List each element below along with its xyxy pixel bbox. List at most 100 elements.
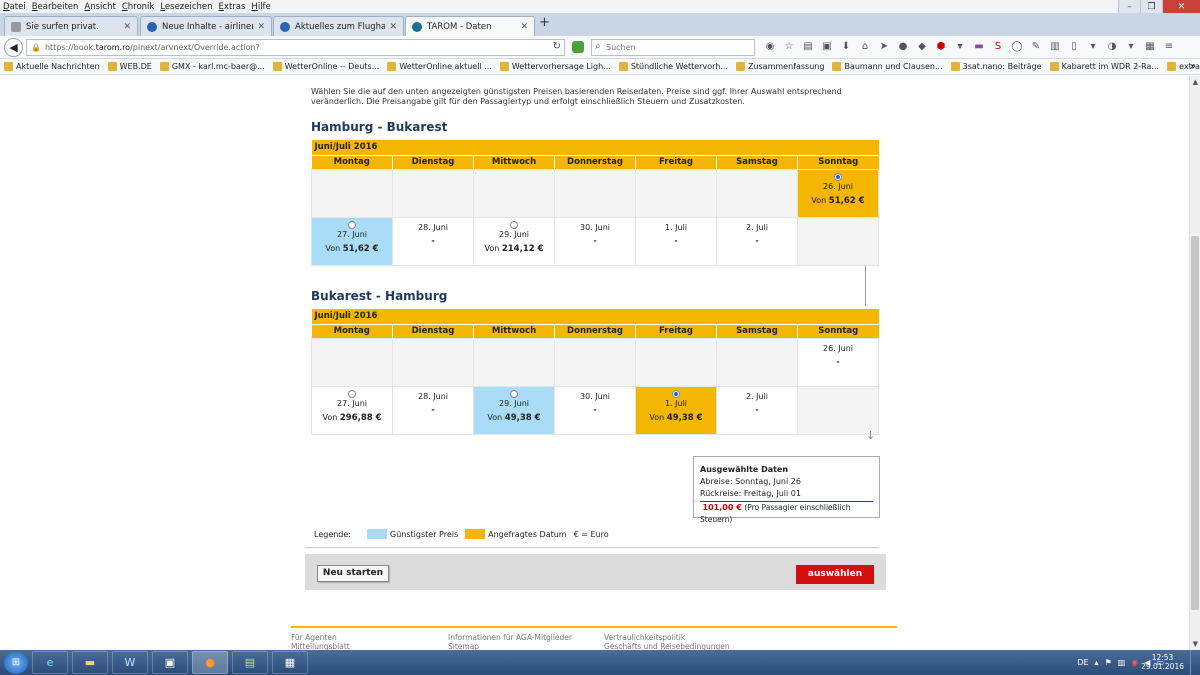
date-radio[interactable]: [348, 389, 356, 398]
addon-icon[interactable]: S: [991, 40, 1005, 54]
price-prefix: Von: [484, 243, 500, 253]
addon-icon[interactable]: ✎: [1029, 40, 1043, 54]
bookmark-item[interactable]: Kabarett im WDR 2-Ra...: [1049, 62, 1159, 71]
close-tab-icon[interactable]: ✕: [123, 22, 131, 32]
addon-icon[interactable]: ▦: [1143, 40, 1157, 54]
abp-icon[interactable]: ⬢: [934, 40, 948, 54]
bookmark-item[interactable]: GMX - karl.mc-baer@...: [159, 62, 265, 71]
taskbar-ie-icon[interactable]: e: [32, 651, 68, 674]
taskbar-image-icon[interactable]: ▣: [152, 651, 188, 674]
restart-button[interactable]: Neu starten: [317, 565, 389, 582]
scroll-down-icon[interactable]: ▼: [1193, 640, 1198, 648]
date-radio[interactable]: [348, 220, 356, 229]
menu-item[interactable]: Lesezeichen: [160, 2, 212, 12]
tray-arrow-icon[interactable]: ▴: [1095, 658, 1099, 667]
antivirus-icon[interactable]: ◉: [1131, 658, 1138, 667]
calendar-day-cell: 2. Juli -: [716, 216, 798, 266]
close-tab-icon[interactable]: ✕: [257, 22, 265, 32]
calendar-day-cell[interactable]: 27. Juni Von 51,62 €: [311, 216, 393, 266]
taskbar-terminal-icon[interactable]: ▤: [232, 651, 268, 674]
record-icon[interactable]: ◉: [763, 40, 777, 54]
footer-link-agents[interactable]: Für Agenten: [291, 633, 350, 642]
addon-icon[interactable]: ▾: [1124, 40, 1138, 54]
footer-link-aga[interactable]: Informationen für AGA-Mitglieder: [448, 633, 572, 642]
addon-icon[interactable]: ▾: [1086, 40, 1100, 54]
back-button[interactable]: ◀: [4, 38, 23, 57]
bookmark-item[interactable]: Baumann und Clausen...: [832, 62, 943, 71]
taskbar-explorer-icon[interactable]: ▬: [72, 651, 108, 674]
addon-icon[interactable]: ▬: [972, 40, 986, 54]
bookmark-item[interactable]: Zusammenfassung: [735, 62, 824, 71]
calendar-day-cell[interactable]: 26. Juni Von 51,62 €: [797, 168, 879, 218]
addon-icon[interactable]: ◆: [915, 40, 929, 54]
tab-flughafen[interactable]: Aktuelles zum Flughafen H... ✕: [273, 16, 404, 36]
language-indicator[interactable]: DE: [1077, 658, 1088, 667]
show-desktop-button[interactable]: [1190, 650, 1200, 675]
bookmark-item[interactable]: Aktuelle Nachrichten: [4, 62, 100, 71]
taskbar-firefox-icon[interactable]: ●: [192, 651, 228, 674]
addon-icon[interactable]: ●: [896, 40, 910, 54]
day-price: Von 49,38 €: [474, 413, 554, 423]
send-icon[interactable]: ➤: [877, 40, 891, 54]
menu-item[interactable]: Ansicht: [84, 2, 115, 12]
start-button[interactable]: ⊞: [4, 651, 28, 674]
footer-link-terms[interactable]: Geschäfts und Reisebedingungen: [604, 642, 730, 650]
clock[interactable]: 12:53 29.01.2016: [1141, 653, 1184, 671]
date-radio[interactable]: [834, 172, 842, 181]
lock-addon-icon[interactable]: ▣: [820, 40, 834, 54]
menu-icon[interactable]: ≡: [1162, 40, 1176, 54]
reading-list-icon[interactable]: ▤: [801, 40, 815, 54]
close-tab-icon[interactable]: ✕: [389, 22, 397, 32]
bookmark-item[interactable]: WetterOnline aktuell ...: [387, 62, 492, 71]
home-icon[interactable]: ⌂: [858, 40, 872, 54]
menu-item[interactable]: Extras: [219, 2, 246, 12]
bookmark-item[interactable]: WEB.DE: [107, 62, 152, 71]
scrollbar-thumb[interactable]: [1191, 236, 1199, 610]
calendar-day-cell[interactable]: 1. Juli Von 49,38 €: [635, 385, 717, 435]
taskbar-word-icon[interactable]: W: [112, 651, 148, 674]
departure-label: Abreise:: [700, 477, 733, 486]
close-tab-icon[interactable]: ✕: [520, 22, 528, 32]
bookmark-item[interactable]: Stündliche Wettervorh...: [618, 62, 728, 71]
footer-link-privacy[interactable]: Vertraulichkeitspolitik: [604, 633, 730, 642]
download-icon[interactable]: ⬇: [839, 40, 853, 54]
bookmarks-more-icon[interactable]: »: [1190, 61, 1196, 72]
addon-icon[interactable]: ▥: [1048, 40, 1062, 54]
calendar-day-cell[interactable]: 29. Juni Von 214,12 €: [473, 216, 555, 266]
action-center-icon[interactable]: ⚑: [1105, 658, 1112, 667]
url-bar[interactable]: 🔒 https://book. tarom.ro/plnext/arvnext/O…: [26, 39, 565, 56]
addon-icon[interactable]: ◑: [1105, 40, 1119, 54]
tab-private[interactable]: Sie surfen privat. ✕: [4, 16, 138, 36]
trash-icon[interactable]: ▯: [1067, 40, 1081, 54]
chat-icon[interactable]: ◯: [1010, 40, 1024, 54]
scroll-up-icon[interactable]: ▲: [1193, 78, 1198, 86]
tab-tarom[interactable]: TAROM - Daten ✕: [405, 16, 535, 36]
bookmark-item[interactable]: Wettervorhersage Ligh...: [499, 62, 611, 71]
network-icon[interactable]: ▥: [1118, 658, 1126, 667]
tab-airliners[interactable]: Neue Inhalte - airliners.de -... ✕: [140, 16, 272, 36]
search-input[interactable]: Suchen: [591, 39, 755, 56]
calendar-day-cell[interactable]: 27. Juni Von 296,88 €: [311, 385, 393, 435]
bookmark-star-icon[interactable]: ☆: [782, 40, 796, 54]
reload-icon[interactable]: ↻: [553, 41, 561, 52]
new-tab-button[interactable]: +: [539, 15, 550, 30]
bookmark-item[interactable]: WetterOnline -- Deuts...: [272, 62, 379, 71]
addon-green-icon[interactable]: [572, 41, 584, 53]
menu-item[interactable]: Bearbeiten: [32, 2, 79, 12]
footer-link-sitemap[interactable]: Sitemap: [448, 642, 572, 650]
bookmark-label: GMX - karl.mc-baer@...: [171, 62, 265, 71]
date-radio[interactable]: [510, 389, 518, 398]
bookmark-item[interactable]: 3sat.nano: Beiträge: [950, 62, 1042, 71]
addon-icon[interactable]: ▾: [953, 40, 967, 54]
footer-link-bulletin[interactable]: Mitteilungsblatt: [291, 642, 350, 650]
menu-item[interactable]: Hilfe: [251, 2, 270, 12]
date-radio[interactable]: [510, 220, 518, 229]
menu-item[interactable]: Chronik: [122, 2, 155, 12]
menu-item[interactable]: Datei: [3, 2, 26, 12]
select-button[interactable]: auswählen: [796, 565, 874, 584]
calendar-day-cell[interactable]: 29. Juni Von 49,38 €: [473, 385, 555, 435]
calendar-day-cell: [797, 216, 879, 266]
taskbar-media-icon[interactable]: ▦: [272, 651, 308, 674]
footer-col-agents: Für Agenten Mitteilungsblatt: [291, 633, 350, 650]
date-radio[interactable]: [672, 389, 680, 398]
